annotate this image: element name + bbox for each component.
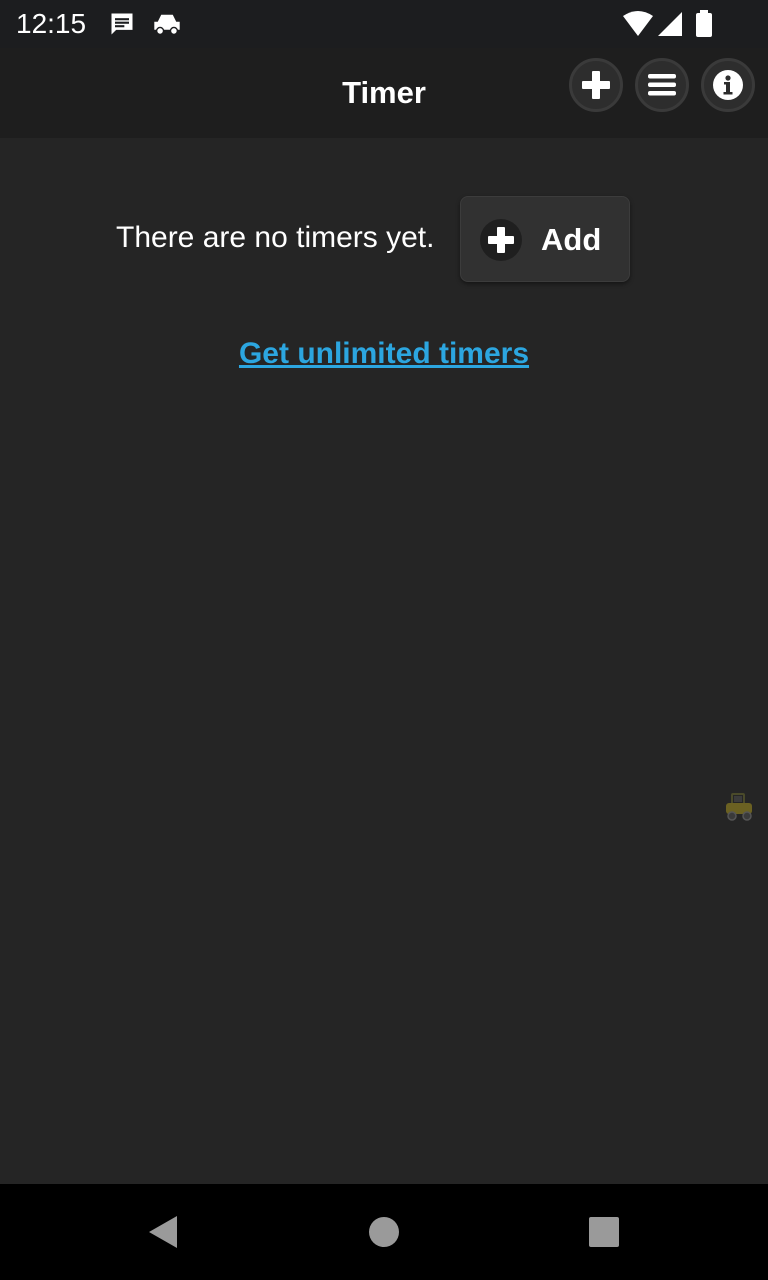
recents-button[interactable]: [584, 1212, 624, 1252]
screen: 12:15 Timer There are no timers yet. Add…: [0, 0, 768, 1280]
car-icon: [722, 790, 756, 824]
back-button[interactable]: [142, 1212, 182, 1252]
battery-icon: [694, 10, 714, 38]
home-button[interactable]: [364, 1212, 404, 1252]
wifi-icon: [622, 10, 654, 38]
navigation-bar: [0, 1184, 768, 1280]
back-icon: [149, 1216, 177, 1248]
info-icon: [713, 70, 743, 100]
upgrade-link[interactable]: Get unlimited timers: [0, 334, 768, 374]
add-icon: [582, 71, 610, 99]
status-time: 12:15: [16, 8, 87, 39]
add-button-label: Add: [541, 222, 602, 257]
app-bar: Timer: [0, 48, 768, 138]
empty-state: There are no timers yet. Add: [0, 196, 768, 282]
car-icon: [152, 10, 180, 38]
recents-icon: [589, 1217, 619, 1247]
menu-button[interactable]: [635, 58, 689, 112]
home-icon: [369, 1217, 399, 1247]
add-timer-button[interactable]: [569, 58, 623, 112]
empty-message: There are no timers yet.: [116, 221, 435, 254]
message-icon: [108, 10, 136, 38]
add-icon: [480, 219, 522, 261]
info-button[interactable]: [701, 58, 755, 112]
signal-icon: [656, 10, 684, 38]
add-button[interactable]: Add: [460, 196, 630, 282]
status-bar: 12:15: [0, 0, 768, 48]
menu-icon: [648, 74, 676, 96]
